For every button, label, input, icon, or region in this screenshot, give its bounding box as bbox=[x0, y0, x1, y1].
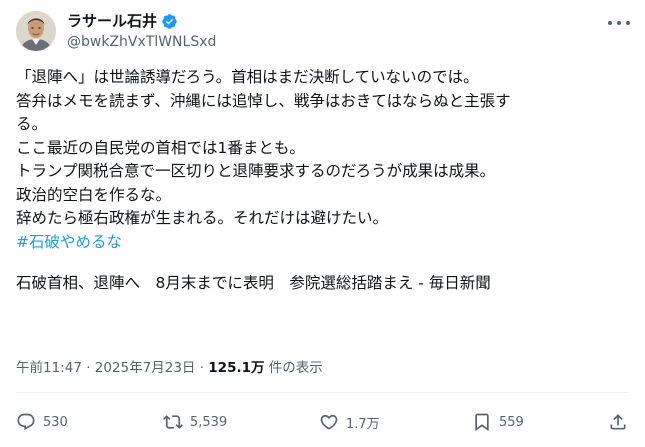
like-count: 1.7万 bbox=[346, 416, 380, 432]
tweet-line: 政治的空白を作るな。 bbox=[16, 185, 172, 204]
tweet-line: 辞めたら極右政権が生まれる。それだけは避けたい。 bbox=[16, 209, 389, 227]
reply-button[interactable]: 530 bbox=[16, 412, 68, 432]
bookmark-count: 559 bbox=[499, 414, 524, 430]
views-count: 125.1万 bbox=[208, 360, 265, 376]
tweet-text: 「退陣へ」は世論誘導だろう。首相はまだ決断していないのでは。 答弁はメモを読まず… bbox=[16, 66, 616, 296]
verified-badge-icon bbox=[162, 13, 177, 29]
bookmark-icon bbox=[475, 413, 489, 432]
tweet-card: ラサール石井 @bwkZhVxTlWNLSxd 「退陣へ」は世論誘導だろう。首相… bbox=[0, 0, 645, 447]
hashtag-link[interactable]: #石破やめるな bbox=[16, 231, 616, 255]
avatar[interactable] bbox=[16, 11, 56, 51]
repost-icon bbox=[163, 415, 183, 429]
tweet-line: 「退陣へ」は世論誘導だろう。首相はまだ決断していないのでは。 bbox=[16, 68, 479, 86]
avatar-portrait-icon bbox=[16, 11, 56, 51]
tweet-line: ここ最近の自民党の首相では1番まとも。 bbox=[16, 138, 305, 157]
news-title: 石破首相、退陣へ 8月末までに表明 参院選総括踏まえ - 毎日新聞 bbox=[16, 274, 491, 292]
divider bbox=[16, 392, 629, 393]
like-icon bbox=[320, 414, 338, 430]
share-icon bbox=[610, 414, 626, 430]
views-label: 件の表示 bbox=[264, 360, 323, 376]
repost-count: 5,539 bbox=[190, 414, 228, 430]
tweet-line: 答弁はメモを読まず、沖縄には追悼し、戦争はおきてはならぬと主張す bbox=[16, 91, 511, 110]
reply-count: 530 bbox=[43, 414, 68, 430]
tweet-line: トランプ関税合意で一区切りと退陣要求するのだろうが成果は成果。 bbox=[16, 162, 496, 180]
action-bar: 530 5,539 1.7万 559 bbox=[16, 412, 629, 436]
share-button[interactable] bbox=[608, 412, 628, 432]
timestamp[interactable]: 午前11:47 · 2025年7月23日 · bbox=[16, 360, 208, 376]
author-display-name[interactable]: ラサール石井 bbox=[67, 11, 157, 31]
author-name-row[interactable]: ラサール石井 bbox=[67, 11, 178, 31]
tweet-line: る。 bbox=[16, 115, 48, 133]
more-icon[interactable] bbox=[608, 15, 630, 31]
author-handle[interactable]: @bwkZhVxTlWNLSxd bbox=[67, 32, 216, 52]
repost-button[interactable]: 5,539 bbox=[163, 412, 227, 432]
tweet-meta: 午前11:47 · 2025年7月23日 · 125.1万 件の表示 bbox=[16, 358, 323, 378]
reply-icon bbox=[17, 413, 35, 431]
bookmark-button[interactable]: 559 bbox=[472, 412, 524, 432]
like-button[interactable]: 1.7万 bbox=[319, 412, 380, 432]
